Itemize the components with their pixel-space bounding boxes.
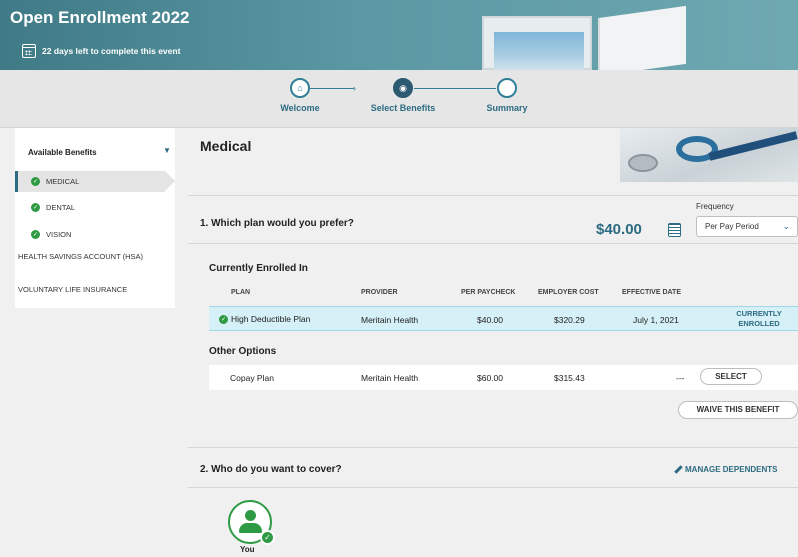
frequency-value: Per Pay Period <box>705 222 759 231</box>
per-paycheck-cell: $40.00 <box>477 315 503 325</box>
manage-dependents-label: MANAGE DEPENDENTS <box>685 465 778 474</box>
employer-cost-cell: $320.29 <box>554 315 585 325</box>
per-paycheck-cell: $60.00 <box>477 373 503 383</box>
column-header-per-paycheck: PER PAYCHECK <box>461 289 516 296</box>
plan-question: 1. Which plan would you prefer? <box>200 218 354 229</box>
dependent-avatar-you[interactable]: ✓ <box>228 500 275 545</box>
column-header-effective-date: EFFECTIVE DATE <box>622 289 681 296</box>
sidebar-item-label: MEDICAL <box>46 177 80 186</box>
step-circle-empty <box>497 78 517 98</box>
stethoscope-image <box>620 128 798 182</box>
check-circle-icon: ✓ <box>260 530 275 545</box>
sidebar-item-vision[interactable]: ✓ VISION <box>15 230 175 239</box>
column-header-provider: PROVIDER <box>361 289 398 296</box>
sidebar-item-hsa[interactable]: HEALTH SAVINGS ACCOUNT (HSA) <box>18 252 158 262</box>
check-circle-icon: ✓ <box>31 177 40 186</box>
employer-cost-cell: $315.43 <box>554 373 585 383</box>
calculator-icon[interactable] <box>668 223 681 237</box>
dependent-label: You <box>240 545 255 554</box>
chevron-down-icon: ⌄ <box>782 221 790 231</box>
door-image <box>482 16 592 70</box>
event-title: Open Enrollment 2022 <box>10 8 190 27</box>
effective-date-cell: July 1, 2021 <box>633 315 679 325</box>
frequency-select[interactable]: Per Pay Period ⌄ <box>696 216 798 237</box>
divider <box>188 487 798 488</box>
current-heading: Currently Enrolled In <box>209 263 308 274</box>
waive-benefit-button[interactable]: WAIVE THIS BENEFIT <box>678 401 798 419</box>
step-label: Welcome <box>280 103 320 113</box>
effective-date-cell: --- <box>676 373 685 383</box>
step-summary[interactable]: Summary <box>462 78 552 113</box>
calendar-icon <box>22 44 36 58</box>
check-circle-icon: ✓ <box>219 314 228 324</box>
days-left: 22 days left to complete this event <box>22 44 180 58</box>
other-heading: Other Options <box>209 346 277 357</box>
divider <box>188 195 798 196</box>
check-circle-icon: ✓ <box>31 230 40 239</box>
plan-cell: Copay Plan <box>230 373 274 383</box>
column-header-employer-cost: EMPLOYER COST <box>538 289 599 296</box>
provider-cell: Meritain Health <box>361 315 419 325</box>
column-header-plan: PLAN <box>231 289 251 296</box>
sidebar-item-label: VISION <box>46 230 72 239</box>
plan-price: $40.00 <box>596 221 642 238</box>
select-button[interactable]: SELECT <box>700 368 762 385</box>
manage-dependents-link[interactable]: MANAGE DEPENDENTS <box>674 465 777 474</box>
check-circle-icon: ✓ <box>31 203 40 212</box>
progress-stepper: › ⌂ Welcome ◉ Select Benefits Summary <box>0 70 798 128</box>
table-row: Copay Plan Meritain Health $60.00 $315.4… <box>209 365 798 390</box>
plan-name: High Deductible Plan <box>231 314 311 324</box>
sidebar-item-voluntary-life[interactable]: VOLUNTARY LIFE INSURANCE <box>18 285 158 295</box>
caret-down-icon[interactable]: ▼ <box>163 146 171 155</box>
eye-icon: ◉ <box>393 78 413 98</box>
door-panel-image <box>598 5 686 70</box>
person-icon <box>245 510 256 521</box>
person-icon-body <box>239 523 262 533</box>
table-row: ✓ High Deductible Plan Meritain Health $… <box>209 306 798 331</box>
step-label: Summary <box>486 103 528 113</box>
benefits-sidebar: Available Benefits ▼ ✓ MEDICAL ✓ DENTAL … <box>15 128 175 308</box>
page-title: Medical <box>200 138 252 154</box>
days-left-text: 22 days left to complete this event <box>42 46 181 56</box>
frequency-label: Frequency <box>696 202 734 211</box>
step-label: Select Benefits <box>370 103 436 113</box>
status-badge: CURRENTLY ENROLLED <box>736 309 782 328</box>
step-welcome[interactable]: ⌂ Welcome <box>255 78 345 113</box>
event-banner: Open Enrollment 2022 22 days left to com… <box>0 0 798 70</box>
divider <box>188 243 798 244</box>
plan-cell: ✓ High Deductible Plan <box>219 314 310 324</box>
sidebar-item-label: DENTAL <box>46 203 76 212</box>
coverage-question: 2. Who do you want to cover? <box>200 464 342 475</box>
step-select-benefits[interactable]: ◉ Select Benefits <box>358 78 448 113</box>
sidebar-heading: Available Benefits <box>28 148 97 157</box>
main-content: Medical 1. Which plan would you prefer? … <box>188 128 798 557</box>
divider <box>188 447 798 448</box>
sidebar-item-dental[interactable]: ✓ DENTAL <box>15 203 175 212</box>
home-icon: ⌂ <box>290 78 310 98</box>
pencil-icon <box>674 465 682 473</box>
sidebar-item-medical[interactable]: ✓ MEDICAL <box>15 171 175 192</box>
provider-cell: Meritain Health <box>361 373 419 383</box>
